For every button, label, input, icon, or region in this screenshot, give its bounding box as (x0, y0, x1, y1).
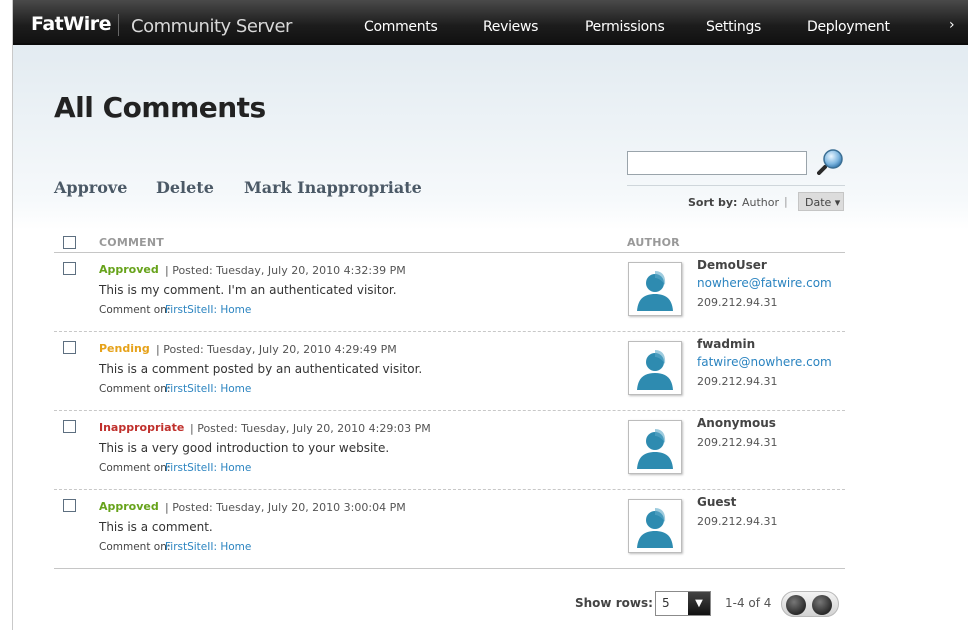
rows-per-page-value: 5 (662, 596, 670, 610)
approve-button[interactable]: Approve (54, 178, 127, 197)
user-silhouette-icon (633, 504, 677, 548)
page-count: 1-4 of 4 (725, 596, 772, 610)
comment-on-label: Comment on: (99, 304, 171, 316)
chevron-down-icon: ▼ (688, 592, 710, 615)
user-silhouette-icon (633, 346, 677, 390)
comment-text: This is a very good introduction to your… (99, 441, 390, 455)
status-badge: Approved (99, 263, 159, 276)
comment-text: This is a comment posted by an authentic… (99, 362, 423, 376)
author-ip: 209.212.94.31 (697, 296, 778, 309)
author-ip: 209.212.94.31 (697, 436, 778, 449)
comment-on-label: Comment on: (99, 383, 171, 395)
avatar (628, 262, 682, 316)
author-ip: 209.212.94.31 (697, 375, 778, 388)
sort-label: Sort by: (688, 196, 738, 209)
search-input[interactable] (627, 151, 807, 175)
column-header-comment: COMMENT (99, 236, 164, 249)
comment-on-link[interactable]: FirstSiteII: Home (165, 541, 251, 553)
sort-by-author[interactable]: Author (742, 196, 779, 209)
author-name: Guest (697, 495, 737, 509)
comment-on-link[interactable]: FirstSiteII: Home (165, 383, 251, 395)
nav-settings[interactable]: Settings (706, 19, 761, 35)
user-silhouette-icon (633, 267, 677, 311)
posted-date: | Posted: Tuesday, July 20, 2010 4:29:49… (156, 343, 397, 356)
row-checkbox[interactable] (63, 262, 76, 275)
comment-on-label: Comment on: (99, 462, 171, 474)
status-badge: Approved (99, 500, 159, 513)
mark-inappropriate-button[interactable]: Mark Inappropriate (244, 178, 422, 197)
posted-date: | Posted: Tuesday, July 20, 2010 4:32:39… (165, 264, 406, 277)
magnifier-icon[interactable] (817, 147, 845, 175)
rows-per-page-select[interactable]: 5 ▼ (655, 591, 711, 616)
author-email[interactable]: nowhere@fatwire.com (697, 276, 832, 290)
user-silhouette-icon (633, 425, 677, 469)
brand-logo[interactable]: FatWire (31, 13, 112, 35)
column-header-author: AUTHOR (627, 236, 680, 249)
author-ip: 209.212.94.31 (697, 515, 778, 528)
nav-comments[interactable]: Comments (364, 19, 438, 35)
row-checkbox[interactable] (63, 499, 76, 512)
author-name: Anonymous (697, 416, 776, 430)
avatar (628, 420, 682, 474)
app-window: FatWire Community Server Comments Review… (12, 0, 968, 630)
pager-controls (781, 591, 839, 617)
posted-date: | Posted: Tuesday, July 20, 2010 4:29:03… (190, 422, 431, 435)
delete-button[interactable]: Delete (156, 178, 214, 197)
product-name: Community Server (131, 16, 292, 37)
row-checkbox[interactable] (63, 341, 76, 354)
comment-on-label: Comment on: (99, 541, 171, 553)
top-navigation-bar: FatWire Community Server Comments Review… (13, 0, 968, 45)
author-name: fwadmin (697, 337, 756, 351)
sort-separator: | (784, 195, 788, 208)
prev-page-icon[interactable] (786, 595, 806, 615)
comment-on-link[interactable]: FirstSiteII: Home (165, 304, 251, 316)
author-email[interactable]: fatwire@nowhere.com (697, 355, 832, 369)
sort-by-date[interactable]: Date ▾ (798, 192, 844, 211)
status-badge: Inappropriate (99, 421, 185, 434)
comment-on-link[interactable]: FirstSiteII: Home (165, 462, 251, 474)
status-badge: Pending (99, 342, 150, 355)
nav-deployment[interactable]: Deployment (807, 19, 890, 35)
select-all-checkbox[interactable] (63, 236, 76, 249)
row-checkbox[interactable] (63, 420, 76, 433)
author-name: DemoUser (697, 258, 767, 272)
table-bottom-divider (54, 568, 845, 569)
nav-reviews[interactable]: Reviews (483, 19, 538, 35)
row-divider (54, 489, 845, 490)
search-divider (627, 185, 845, 186)
comment-text: This is my comment. I'm an authenticated… (99, 283, 397, 297)
avatar (628, 499, 682, 553)
row-divider (54, 410, 845, 411)
page-title: All Comments (54, 91, 266, 124)
next-page-icon[interactable] (812, 595, 832, 615)
brand-divider (118, 14, 119, 36)
nav-permissions[interactable]: Permissions (585, 19, 665, 35)
nav-overflow-icon[interactable]: › (949, 17, 955, 33)
comment-text: This is a comment. (99, 520, 213, 534)
posted-date: | Posted: Tuesday, July 20, 2010 3:00:04… (165, 501, 406, 514)
show-rows-label: Show rows: (575, 596, 653, 610)
header-divider (54, 252, 845, 253)
avatar (628, 341, 682, 395)
row-divider (54, 331, 845, 332)
